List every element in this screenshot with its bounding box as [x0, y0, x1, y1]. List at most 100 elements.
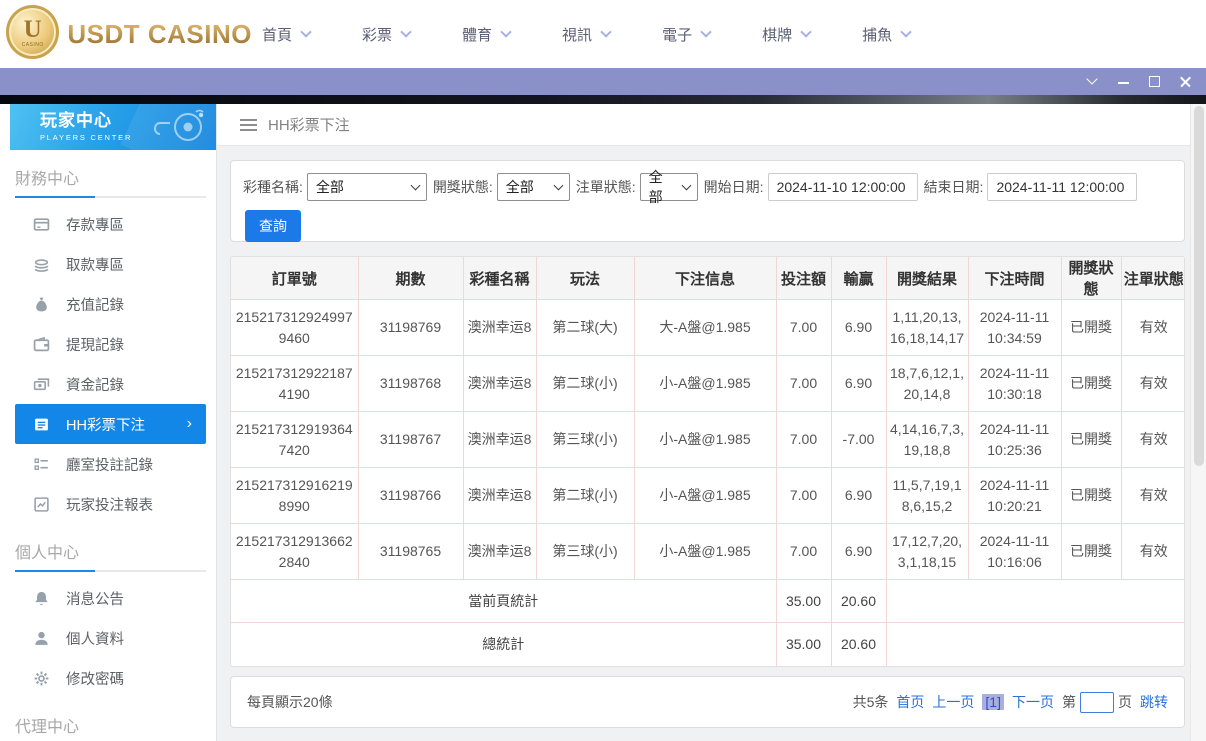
table-cell: 11,5,7,19,18,6,15,2	[885, 467, 969, 524]
summary-label: 當前頁統計	[231, 579, 777, 623]
lottery-select[interactable]: 全部	[306, 173, 427, 201]
summary-row: 總統計 35.00 20.60	[231, 622, 1184, 666]
bets-table: 訂單號 期數 彩種名稱 玩法 下注信息 投注額 輸贏 開獎結果 下注時間 開獎狀態 注單狀態 2152…	[231, 257, 1184, 666]
bets-table-panel: 訂單號 期數 彩種名稱 玩法 下注信息 投注額 輸贏 開獎結果 下注時間 開獎狀態 注單狀態 2152…	[230, 256, 1185, 667]
chevron-down-icon	[410, 180, 421, 191]
person-icon	[33, 630, 50, 647]
sidebar-item-funds-record[interactable]: 資金記錄	[0, 364, 216, 404]
recharge-record-icon	[33, 296, 50, 313]
scrollbar[interactable]	[1190, 104, 1206, 741]
total-count: 共5条	[852, 694, 889, 710]
prev-page-link[interactable]: 上一页	[932, 692, 974, 712]
query-button[interactable]: 查詢	[245, 210, 301, 242]
window-maximize-button[interactable]	[1147, 74, 1163, 89]
table-cell: 2152173129136622840	[231, 523, 359, 580]
nav-item-0[interactable]: 首頁	[262, 24, 312, 45]
nav-item-2[interactable]: 體育	[462, 24, 512, 45]
players-center-subtitle: PLAYERS CENTER	[40, 132, 133, 142]
table-cell: 澳洲幸运8	[462, 411, 537, 468]
menu-toggle-icon[interactable]	[240, 116, 257, 134]
table-header-row: 訂單號 期數 彩種名稱 玩法 下注信息 投注額 輸贏 開獎結果 下注時間 開獎狀態 注單狀態	[231, 257, 1184, 300]
bell-icon	[33, 590, 50, 607]
summary-empty-cell	[885, 579, 1184, 623]
table-row: 2152173129221874190 31198768 澳洲幸运8 第二球(小) 小-…	[231, 355, 1184, 412]
table-cell: 有效	[1120, 411, 1184, 468]
sidebar-item-withdraw[interactable]: 取款專區	[0, 244, 216, 284]
sidebar-item-label: HH彩票下注	[66, 417, 145, 434]
sidebar-item-gear[interactable]: 修改密碼	[0, 658, 216, 698]
sidebar-item-withdrawal-record[interactable]: 提現記錄	[0, 324, 216, 364]
table-cell: 有效	[1120, 355, 1184, 412]
table-cell: 有效	[1120, 467, 1184, 524]
sidebar-item-label: 提現記錄	[66, 337, 124, 354]
nav-item-label: 體育	[462, 26, 493, 44]
nav-item-label: 電子	[662, 26, 693, 44]
window-dropdown-button[interactable]	[1085, 73, 1101, 89]
nav-item-1[interactable]: 彩票	[362, 24, 412, 45]
sidebar-item-person[interactable]: 個人資料	[0, 618, 216, 658]
table-cell: 2024-11-11 10:30:18	[967, 355, 1062, 412]
nav-item-5[interactable]: 棋牌	[762, 24, 812, 45]
deposit-icon	[33, 216, 50, 233]
order-status-select[interactable]: 全部	[639, 169, 698, 205]
coin-subtext: CASINO	[21, 41, 44, 48]
scrollbar-thumb[interactable]	[1193, 106, 1204, 466]
page-title: HH彩票下注	[268, 117, 350, 134]
sidebar-item-player-report[interactable]: 玩家投注報表	[0, 484, 216, 524]
chevron-down-icon	[700, 25, 712, 38]
table-cell: 有效	[1120, 523, 1184, 580]
column-header: 投注額	[775, 257, 832, 300]
nav-item-label: 視訊	[562, 26, 593, 44]
order-status-label: 注單狀態:	[575, 179, 636, 195]
table-cell: 澳洲幸运8	[462, 355, 537, 412]
table-cell: 小-A盤@1.985	[633, 411, 777, 468]
chevron-down-icon	[600, 25, 612, 38]
first-page-link[interactable]: 首页	[896, 692, 924, 712]
end-date-input[interactable]	[987, 173, 1138, 201]
withdrawal-record-icon	[33, 336, 50, 353]
section-divider	[15, 196, 206, 198]
table-cell: -7.00	[830, 411, 887, 468]
start-date-input[interactable]	[767, 173, 918, 201]
next-page-link[interactable]: 下一页	[1012, 692, 1054, 712]
sidebar-item-label: 資金記錄	[66, 377, 124, 394]
nav-item-4[interactable]: 電子	[662, 24, 712, 45]
summary-bet-total: 35.00	[775, 579, 832, 623]
nav-item-3[interactable]: 視訊	[562, 24, 612, 45]
pagination-bar: 每頁顯示20條 共5条 首页 上一页 [1] 下一页 第 页 跳转	[230, 676, 1185, 728]
table-cell: 有效	[1120, 299, 1184, 356]
brand-name: USDT CASINO	[67, 18, 252, 49]
table-cell: 31198767	[357, 411, 464, 468]
column-header: 彩種名稱	[462, 257, 537, 300]
column-header: 注單狀態	[1120, 257, 1184, 300]
sidebar-item-recharge-record[interactable]: 充值記錄	[0, 284, 216, 324]
window-close-button[interactable]	[1178, 74, 1194, 89]
brand-logo[interactable]: U CASINO USDT CASINO	[0, 5, 252, 59]
jump-link[interactable]: 跳转	[1140, 692, 1168, 712]
sidebar-item-deposit[interactable]: 存款專區	[0, 204, 216, 244]
page-jump-input[interactable]	[1080, 691, 1114, 713]
table-cell: 小-A盤@1.985	[633, 355, 777, 412]
sidebar-item-hall-bet-record[interactable]: 廳室投註記錄	[0, 444, 216, 484]
sidebar-item-lottery-bet[interactable]: HH彩票下注 ›	[15, 404, 206, 444]
end-date-label: 結束日期:	[923, 179, 984, 195]
table-cell: 6.90	[830, 299, 887, 356]
summary-winloss-total: 20.60	[830, 579, 887, 623]
table-cell: 6.90	[830, 523, 887, 580]
table-cell: 31198768	[357, 355, 464, 412]
table-cell: 6.90	[830, 467, 887, 524]
draw-status-value: 全部	[505, 179, 534, 195]
table-cell: 已開獎	[1060, 523, 1122, 580]
start-date-label: 開始日期:	[703, 179, 764, 195]
jump-prefix: 第	[1062, 694, 1076, 710]
table-cell: 澳洲幸运8	[462, 523, 537, 580]
nav-item-6[interactable]: 捕魚	[862, 24, 912, 45]
table-cell: 7.00	[775, 355, 832, 412]
sidebar-item-bell[interactable]: 消息公告	[0, 578, 216, 618]
top-nav: 首頁 彩票 體育 視訊 電子 棋牌 捕魚	[262, 24, 912, 45]
window-minimize-button[interactable]	[1116, 74, 1132, 89]
breadcrumb: HH彩票下注	[217, 104, 1190, 146]
draw-status-select[interactable]: 全部	[496, 173, 570, 201]
sidebar-item-label: 個人資料	[66, 631, 124, 648]
summary-row: 當前頁統計 35.00 20.60	[231, 579, 1184, 623]
